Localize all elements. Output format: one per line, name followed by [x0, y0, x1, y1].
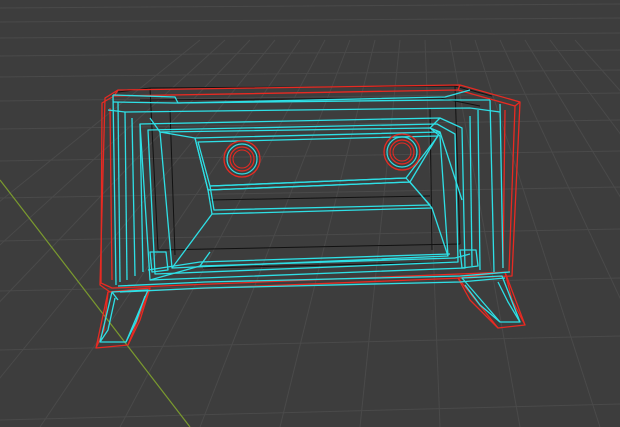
- left-reel: [223, 140, 261, 178]
- y-axis-line: [0, 179, 191, 427]
- hidden-edges: [117, 85, 493, 269]
- viewport-canvas[interactable]: [0, 0, 620, 427]
- right-reel: [383, 133, 421, 171]
- floor-grid: [0, 3, 620, 427]
- 3d-viewport[interactable]: [0, 0, 620, 427]
